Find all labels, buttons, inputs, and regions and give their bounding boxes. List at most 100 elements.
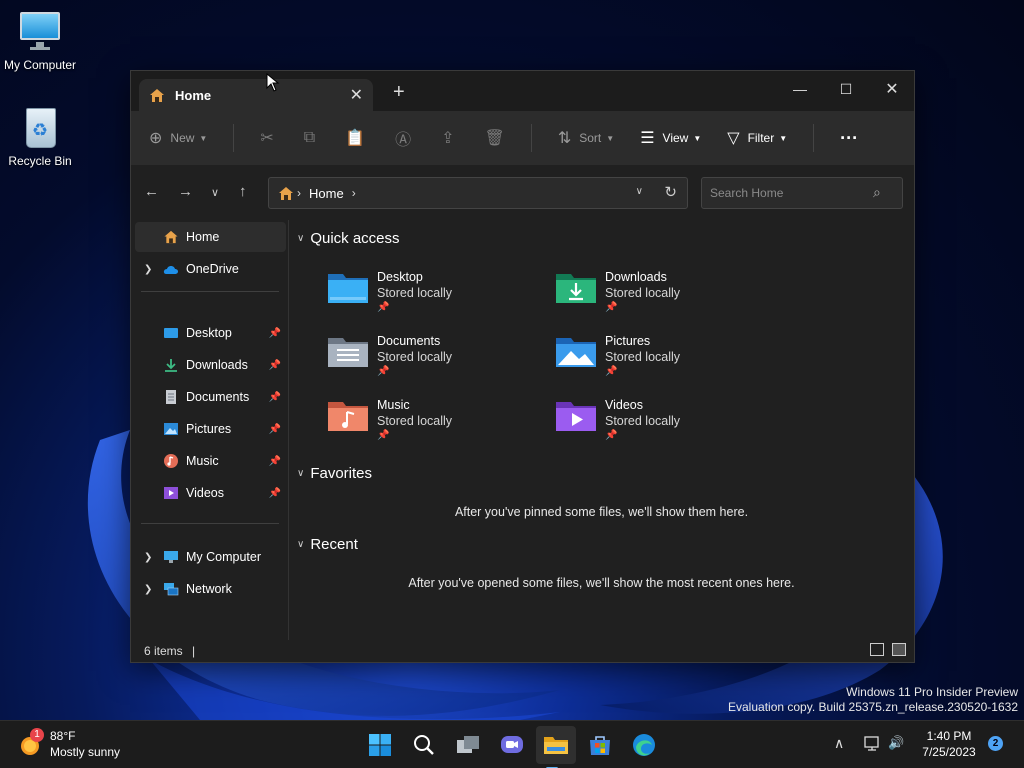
more-options-button[interactable]: ···: [840, 128, 858, 149]
rename-icon[interactable]: Ⓐ: [395, 126, 411, 150]
sidebar-item-label: Home: [186, 230, 220, 244]
expand-chevron-icon[interactable]: ❯: [144, 584, 152, 595]
pin-icon: 📌: [377, 302, 390, 313]
sort-button[interactable]: ⇅ Sort ▼: [558, 128, 614, 148]
cut-icon[interactable]: ✂: [260, 128, 273, 148]
task-view-button[interactable]: [452, 729, 484, 761]
tab-home[interactable]: Home ✕: [139, 79, 373, 111]
forward-arrow-icon[interactable]: →: [178, 183, 193, 200]
show-hidden-icons-chevron-icon[interactable]: ∧: [834, 735, 844, 752]
sidebar-item-onedrive[interactable]: ❯ OneDrive: [135, 254, 286, 284]
desktop-icon-recycle-bin[interactable]: ♻ Recycle Bin: [0, 106, 80, 168]
delete-icon[interactable]: 🗑: [485, 128, 505, 148]
breadcrumb-home[interactable]: Home: [309, 186, 344, 201]
breadcrumb-separator: ›: [297, 186, 301, 200]
clock[interactable]: 1:40 PM 7/25/2023: [914, 728, 984, 760]
windows-logo-icon: [369, 734, 391, 756]
sidebar-item-music[interactable]: Music 📌: [135, 446, 286, 476]
download-icon: [165, 359, 177, 372]
quick-access-item-videos[interactable]: Videos Stored locally 📌: [555, 398, 765, 454]
sidebar-item-downloads[interactable]: Downloads 📌: [135, 350, 286, 380]
tab-close-icon[interactable]: ✕: [350, 85, 363, 105]
watermark-line: Windows 11 Pro Insider Preview: [846, 685, 1018, 699]
details-view-icon[interactable]: [870, 643, 884, 656]
quick-access-item-music[interactable]: Music Stored locally 📌: [327, 398, 537, 454]
collapse-chevron-icon: ∨: [297, 468, 305, 479]
item-name: Videos: [605, 398, 643, 412]
expand-chevron-icon[interactable]: ❯: [144, 552, 152, 563]
weather-widget[interactable]: 1 88°F Mostly sunny: [18, 727, 158, 763]
sidebar-divider: [141, 523, 279, 524]
paste-icon[interactable]: 📋: [345, 128, 365, 148]
section-quick-access[interactable]: ∨ Quick access: [297, 230, 400, 247]
desktop-icon-my-computer[interactable]: My Computer: [0, 10, 80, 72]
item-name: Desktop: [377, 270, 423, 284]
edge-button[interactable]: [628, 729, 660, 761]
network-status-icon[interactable]: [864, 736, 882, 752]
network-icon: [164, 583, 179, 596]
item-status: Stored locally: [605, 350, 681, 364]
item-status: Stored locally: [605, 286, 681, 300]
store-button[interactable]: [584, 729, 616, 761]
chevron-down-icon: ▼: [779, 133, 788, 143]
new-button[interactable]: ⊕ New ▼: [149, 128, 207, 148]
tab-label: Home: [175, 87, 212, 103]
quick-access-item-downloads[interactable]: Downloads Stored locally 📌: [555, 270, 765, 326]
view-button[interactable]: ☰ View ▼: [640, 128, 701, 148]
sidebar-item-pictures[interactable]: Pictures 📌: [135, 414, 286, 444]
search-button[interactable]: [408, 729, 440, 761]
back-arrow-icon[interactable]: ←: [144, 183, 159, 200]
pin-icon: 📌: [268, 391, 281, 403]
share-icon[interactable]: ⇪: [441, 128, 454, 148]
sidebar-item-documents[interactable]: Documents 📌: [135, 382, 286, 412]
search-icon[interactable]: ⌕: [873, 184, 881, 201]
documents-folder-icon: [328, 338, 368, 367]
start-button[interactable]: [364, 729, 396, 761]
monitor-icon: [18, 10, 62, 54]
section-recent[interactable]: ∨ Recent: [297, 536, 358, 553]
expand-chevron-icon[interactable]: ❯: [144, 264, 152, 275]
sidebar-item-desktop[interactable]: Desktop 📌: [135, 318, 286, 348]
toolbar-divider: [530, 124, 532, 152]
quick-access-item-desktop[interactable]: Desktop Stored locally 📌: [327, 270, 537, 326]
recent-locations-chevron-icon[interactable]: ∨: [211, 186, 219, 199]
sidebar-item-label: Pictures: [186, 422, 232, 436]
sort-icon: ⇅: [557, 130, 572, 147]
section-favorites[interactable]: ∨ Favorites: [297, 465, 372, 482]
video-icon: [164, 487, 178, 499]
chat-button[interactable]: [496, 729, 528, 761]
volume-icon[interactable]: 🔊: [888, 735, 904, 751]
sidebar-item-my-computer[interactable]: ❯ My Computer: [135, 542, 286, 572]
filter-button[interactable]: ▽ Filter ▼: [727, 128, 787, 148]
command-bar: ⊕ New ▼ ✂ ⧉ 📋 Ⓐ ⇪ 🗑 ⇅ Sort ▼ ☰ View ▼ ▽ …: [131, 111, 914, 165]
breadcrumb-separator: ›: [351, 186, 356, 200]
weather-temp: 88°F: [50, 729, 76, 743]
close-button[interactable]: ✕: [869, 75, 915, 103]
item-status: Stored locally: [377, 286, 453, 300]
section-title: Favorites: [310, 465, 373, 482]
address-bar[interactable]: › Home › ∨ ↻: [268, 177, 688, 209]
refresh-icon[interactable]: ↻: [664, 183, 677, 201]
file-explorer-taskbar-button[interactable]: [536, 726, 576, 768]
desktop-folder-icon: [328, 274, 368, 303]
item-name: Downloads: [605, 270, 667, 284]
task-view-icon: [457, 736, 479, 753]
item-status: Stored locally: [605, 414, 681, 428]
mouse-pointer-icon: [266, 73, 280, 92]
up-arrow-icon[interactable]: ↑: [239, 183, 247, 200]
filter-icon: ▽: [727, 130, 740, 147]
sidebar-item-network[interactable]: ❯ Network: [135, 574, 286, 604]
minimize-button[interactable]: —: [777, 75, 823, 103]
sidebar-item-home[interactable]: Home: [135, 222, 286, 252]
address-dropdown-chevron-icon[interactable]: ∨: [636, 186, 643, 197]
new-tab-button[interactable]: +: [393, 81, 405, 104]
notification-badge[interactable]: 2: [988, 736, 1003, 751]
maximize-button[interactable]: ☐: [823, 75, 869, 103]
tiles-view-icon[interactable]: [892, 643, 906, 656]
copy-icon[interactable]: ⧉: [304, 129, 315, 147]
quick-access-item-documents[interactable]: Documents Stored locally 📌: [327, 334, 537, 390]
view-icon: ☰: [640, 130, 655, 147]
sidebar-item-videos[interactable]: Videos 📌: [135, 478, 286, 508]
item-name: Documents: [377, 334, 441, 348]
quick-access-item-pictures[interactable]: Pictures Stored locally 📌: [555, 334, 765, 390]
